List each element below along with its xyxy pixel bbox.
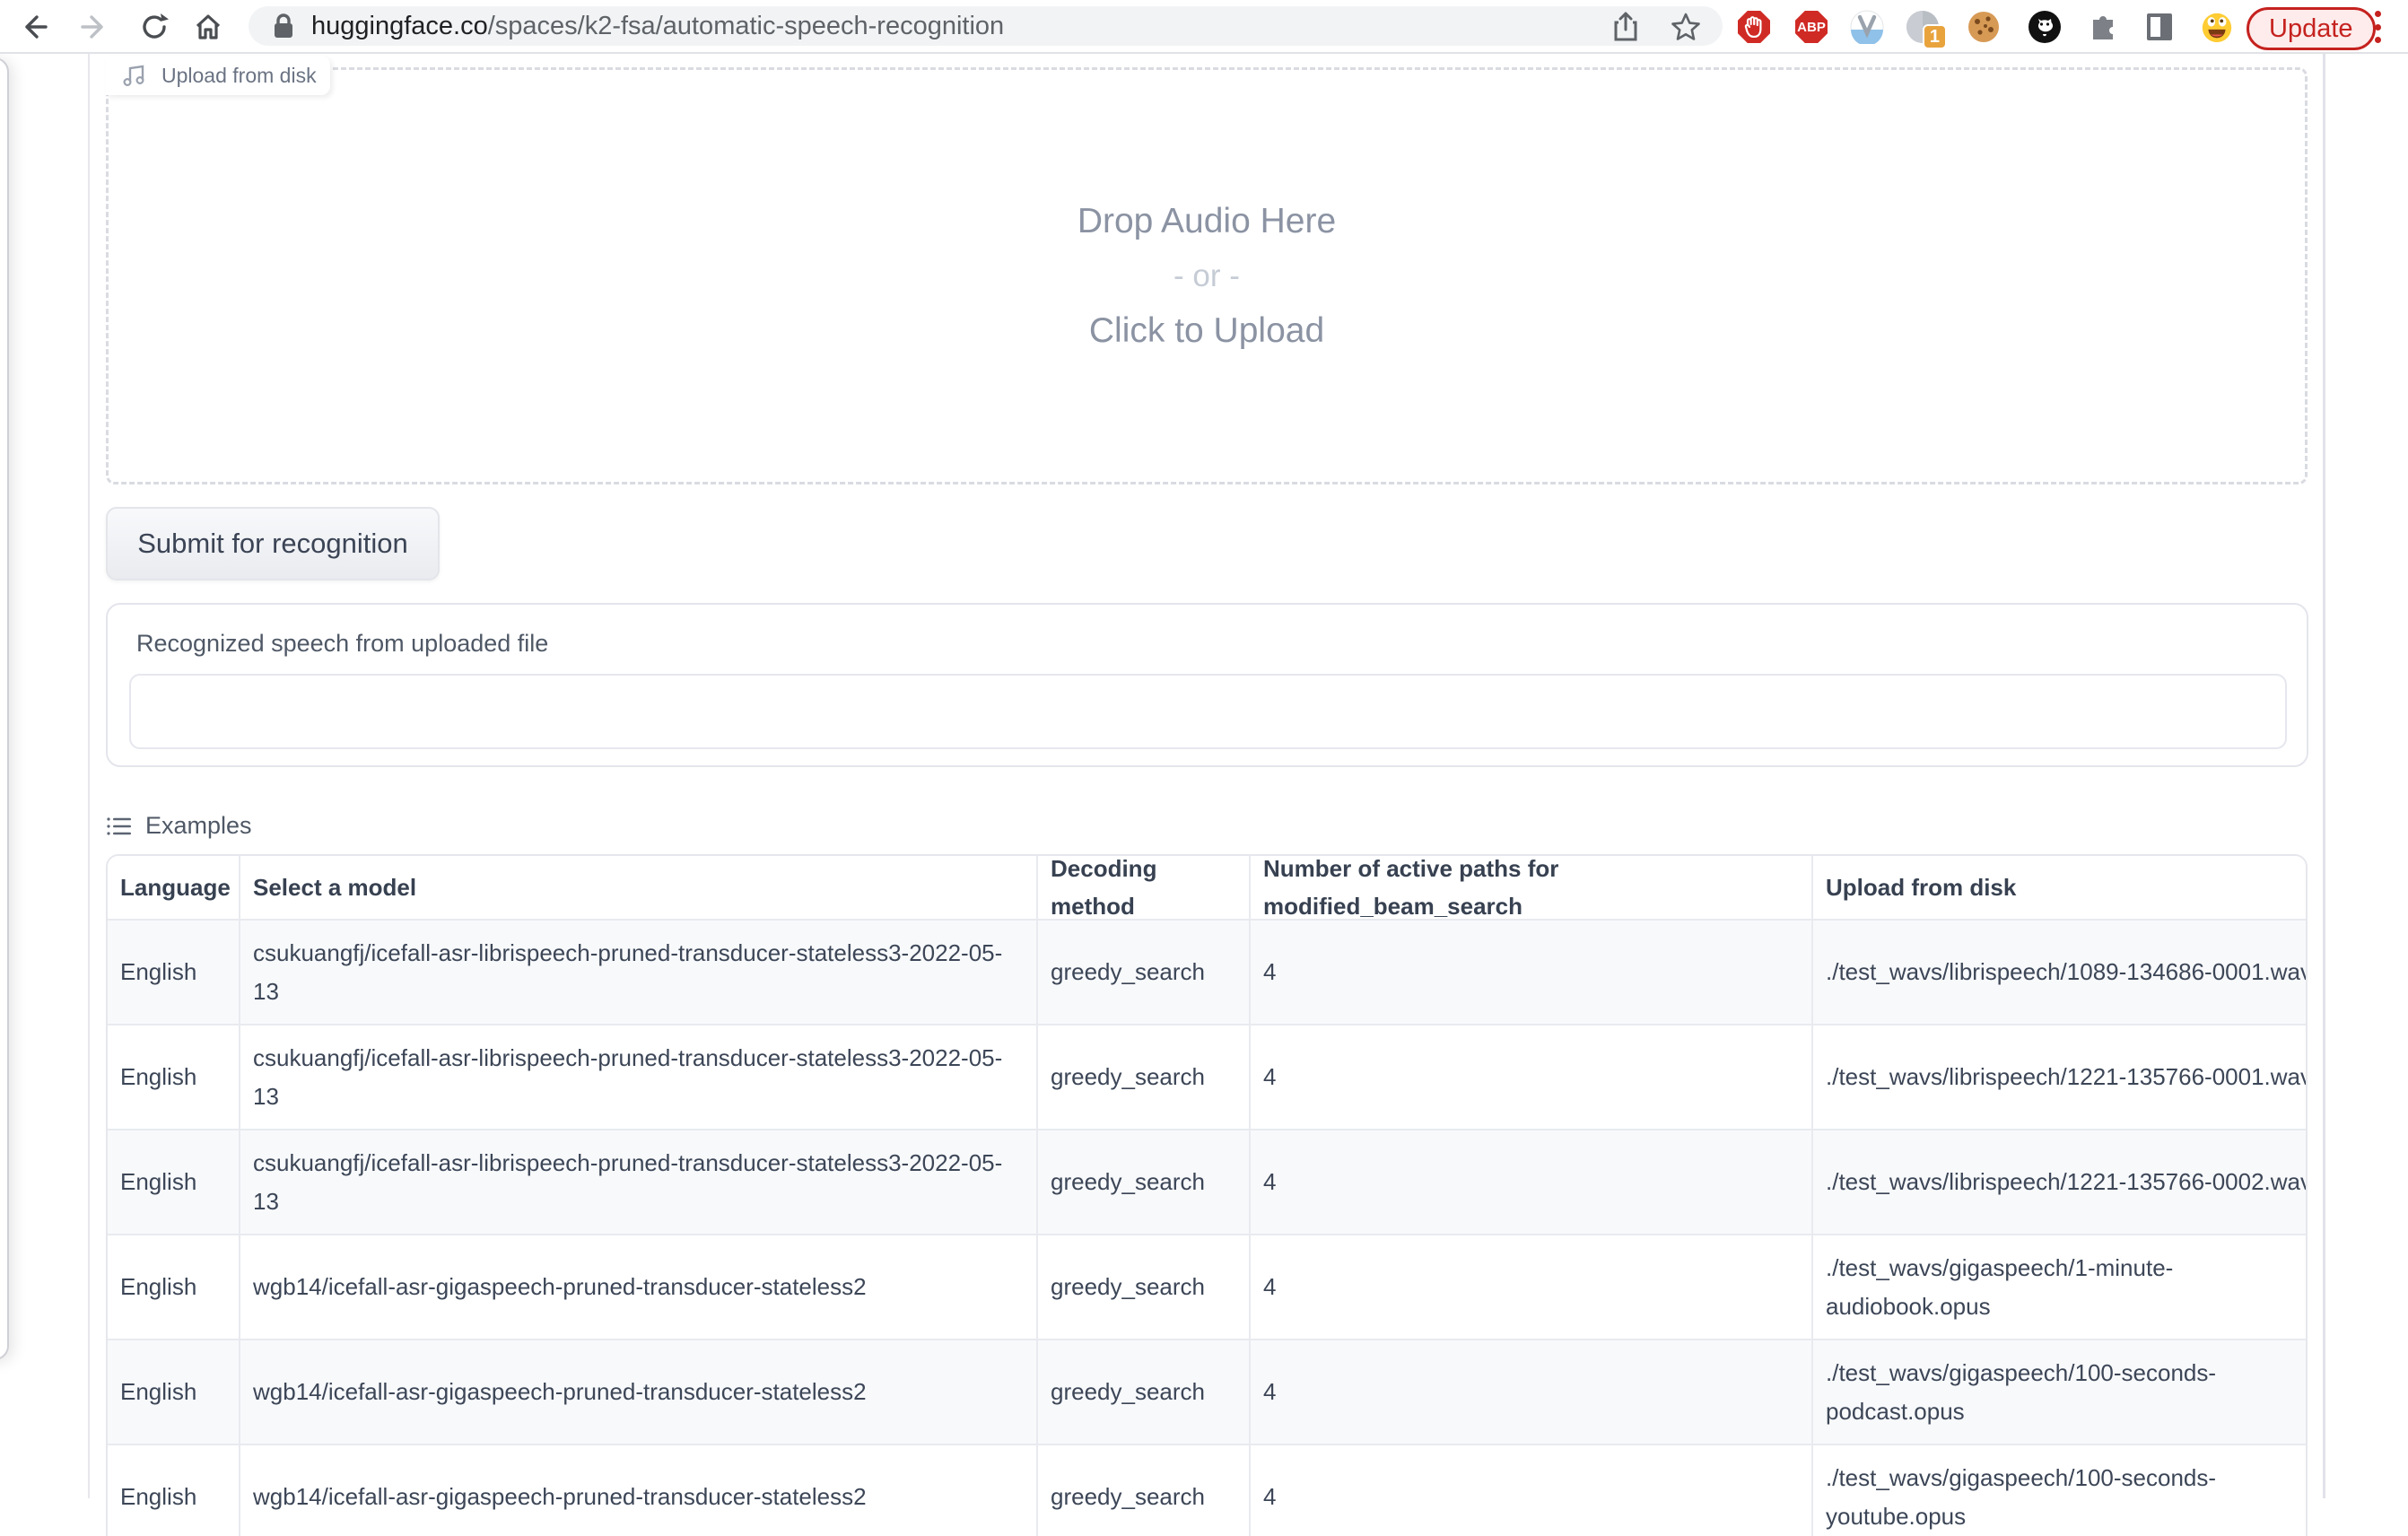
upload-path-cell: ./test_wavs/gigaspeech/1-minute-audioboo… [1813,1235,2308,1339]
example-row[interactable]: Englishwgb14/icefall-asr-gigaspeech-prun… [108,1339,2308,1444]
puzzle-extensions-icon[interactable] [2087,10,2121,44]
v-extension-icon[interactable] [1850,10,1884,44]
examples-header: Examples [106,812,252,840]
recognized-text-output[interactable] [129,674,2287,749]
active-paths-cell: 4 [1251,1445,1813,1536]
browser-menu-icon[interactable] [2372,11,2383,43]
active-paths-cell: 4 [1251,1025,1813,1129]
address-bar[interactable]: huggingface.co/spaces/k2-fsa/automatic-s… [249,6,1723,46]
decoding-method-cell: greedy_search [1038,1340,1251,1444]
decoding-method-cell: greedy_search [1038,1235,1251,1339]
example-row[interactable]: Englishwgb14/icefall-asr-gigaspeech-prun… [108,1444,2308,1536]
dropzone-line3: Click to Upload [1089,313,1324,348]
reload-button[interactable] [136,9,172,45]
active-paths-cell: 4 [1251,1235,1813,1339]
browser-update-button[interactable]: Update [2247,7,2376,50]
decoding-method-cell: greedy_search [1038,1025,1251,1129]
home-button[interactable] [190,9,226,45]
adblocker-extension-icon[interactable] [1737,10,1771,44]
language-cell: English [108,1130,240,1234]
emoji-extension-icon[interactable] [2200,10,2234,44]
column-header: Upload from disk [1813,856,2308,919]
language-cell: English [108,921,240,1024]
example-row[interactable]: Englishcsukuangfj/icefall-asr-librispeec… [108,1129,2308,1234]
language-cell: English [108,1235,240,1339]
language-cell: English [108,1445,240,1536]
column-header: Select a model [240,856,1038,919]
table-header-row: LanguageSelect a modelDecoding methodNum… [108,856,2308,919]
upload-path-cell: ./test_wavs/gigaspeech/100-seconds-podca… [1813,1340,2308,1444]
column-header: Number of active paths for modified_beam… [1251,856,1813,919]
back-button[interactable] [16,9,52,45]
url-text: huggingface.co/spaces/k2-fsa/automatic-s… [311,12,1004,41]
github-extension-icon[interactable] [2028,10,2062,44]
active-paths-cell: 4 [1251,1130,1813,1234]
examples-label: Examples [145,812,252,840]
column-header: Decoding method [1038,856,1251,919]
audio-dropzone[interactable]: Drop Audio Here - or - Click to Upload [106,67,2308,484]
lock-icon [272,13,295,39]
decoding-method-cell: greedy_search [1038,921,1251,1024]
output-label: Recognized speech from uploaded file [136,630,548,658]
list-icon [106,813,133,840]
dropzone-line2: - or - [1173,260,1240,292]
submit-button[interactable]: Submit for recognition [106,507,440,580]
example-row[interactable]: Englishcsukuangfj/icefall-asr-librispeec… [108,919,2308,1024]
dropzone-line1: Drop Audio Here [1077,204,1336,239]
language-cell: English [108,1340,240,1444]
cookie-extension-icon[interactable] [1967,10,2001,44]
upload-path-cell: ./test_wavs/librispeech/1089-134686-0001… [1813,921,2308,1024]
language-cell: English [108,1025,240,1129]
bookmark-star-icon[interactable] [1671,12,1701,42]
forward-button[interactable] [76,9,112,45]
example-row[interactable]: Englishwgb14/icefall-asr-gigaspeech-prun… [108,1234,2308,1339]
example-row[interactable]: Englishcsukuangfj/icefall-asr-librispeec… [108,1024,2308,1129]
model-cell: wgb14/icefall-asr-gigaspeech-pruned-tran… [240,1340,1038,1444]
extension-badge: 1 [1923,24,1947,49]
model-cell: csukuangfj/icefall-asr-librispeech-prune… [240,921,1038,1024]
tab-upload-from-disk[interactable]: Upload from disk [106,56,330,95]
model-cell: csukuangfj/icefall-asr-librispeech-prune… [240,1025,1038,1129]
app-right-border [2323,54,2325,1498]
model-cell: wgb14/icefall-asr-gigaspeech-pruned-tran… [240,1235,1038,1339]
upload-path-cell: ./test_wavs/librispeech/1221-135766-0001… [1813,1025,2308,1129]
music-notes-icon [122,62,149,89]
app-left-border [88,54,90,1498]
account-extension-icon[interactable]: 1 [1906,10,1940,44]
column-header: Language [108,856,240,919]
abp-extension-icon[interactable]: ABP [1794,10,1828,44]
output-panel: Recognized speech from uploaded file [106,603,2308,767]
browser-toolbar: huggingface.co/spaces/k2-fsa/automatic-s… [0,0,2408,54]
active-paths-cell: 4 [1251,1340,1813,1444]
decoding-method-cell: greedy_search [1038,1130,1251,1234]
examples-table: LanguageSelect a modelDecoding methodNum… [106,854,2308,1536]
background-card-edge [0,57,9,1360]
upload-path-cell: ./test_wavs/librispeech/1221-135766-0002… [1813,1130,2308,1234]
decoding-method-cell: greedy_search [1038,1445,1251,1536]
share-icon[interactable] [1611,12,1640,42]
sidebar-extension-icon[interactable] [2142,10,2177,44]
upload-path-cell: ./test_wavs/gigaspeech/100-seconds-youtu… [1813,1445,2308,1536]
model-cell: csukuangfj/icefall-asr-librispeech-prune… [240,1130,1038,1234]
model-cell: wgb14/icefall-asr-gigaspeech-pruned-tran… [240,1445,1038,1536]
tab-upload-label: Upload from disk [161,64,317,88]
active-paths-cell: 4 [1251,921,1813,1024]
